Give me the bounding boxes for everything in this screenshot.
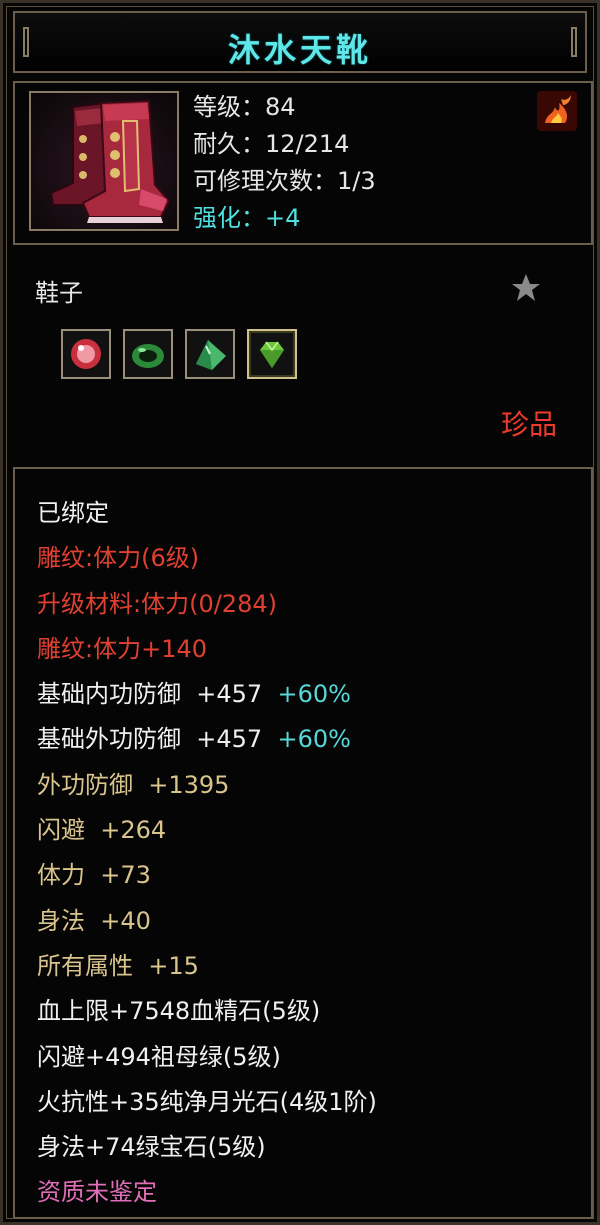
- fire-resist-gem-bonus: 火抗性+35纯净月光石(4级1阶): [37, 1087, 377, 1116]
- enhance-text: 强化：+4: [193, 204, 301, 232]
- ruby-gem-icon[interactable]: [61, 329, 111, 379]
- outer-defense-base-value: 基础外功防御 +457: [37, 725, 263, 754]
- bound-status: 已绑定: [37, 499, 109, 527]
- agility-stat: 身法 +40: [37, 906, 151, 935]
- item-type: 鞋子: [35, 279, 83, 307]
- quality-status: 资质未鉴定: [37, 1178, 157, 1207]
- engrave-bonus: 雕纹:体力+140: [37, 634, 208, 663]
- level-text: 等级：84: [193, 93, 296, 121]
- inner-defense-row: 基础内功防御 +457 +60%: [37, 672, 377, 717]
- all-attributes-stat: 所有属性 +15: [37, 951, 199, 980]
- dodge-stat: 闪避 +264: [37, 816, 167, 845]
- gem-sockets: [61, 329, 297, 379]
- inner-defense-percent: +60%: [277, 680, 351, 709]
- fire-element-icon: [537, 91, 577, 131]
- outer-defense: 外功防御 +1395: [37, 770, 230, 799]
- item-summary: 鞋子 珍品: [13, 253, 593, 461]
- upgrade-material: 升级材料:体力(0/284): [37, 589, 277, 618]
- item-header: 等级：84 耐久：12/214 可修理次数：1/3 强化：+4: [13, 81, 593, 245]
- outer-defense-base-percent: +60%: [277, 725, 351, 754]
- item-tooltip: 沐水天靴 等级：84 耐久：12/214 可修理次数：1/3 强化：+4 鞋子 …: [0, 0, 600, 1225]
- item-stats: 等级：84 耐久：12/214 可修理次数：1/3 强化：+4: [193, 89, 376, 237]
- attribute-panel: 已绑定 雕纹:体力(6级) 升级材料:体力(0/284) 雕纹:体力+140 基…: [13, 467, 593, 1219]
- item-name: 沐水天靴: [227, 31, 372, 69]
- favorite-star-icon[interactable]: [509, 271, 543, 305]
- durability-text: 耐久：12/214: [193, 130, 350, 158]
- title-bar: 沐水天靴: [13, 11, 587, 73]
- jade-ring-icon[interactable]: [123, 329, 173, 379]
- repair-count-text: 可修理次数：1/3: [193, 167, 376, 195]
- agility-gem-bonus: 身法+74绿宝石(5级): [37, 1133, 266, 1162]
- boots-icon: [29, 91, 179, 231]
- rarity-label: 珍品: [500, 408, 557, 441]
- outer-defense-base-row: 基础外功防御 +457 +60%: [37, 717, 377, 762]
- hp-gem-bonus: 血上限+7548血精石(5级): [37, 997, 321, 1026]
- engrave-level: 雕纹:体力(6级): [37, 544, 200, 573]
- title-ornament-right: [571, 27, 577, 57]
- emerald-gem-icon[interactable]: [247, 329, 297, 379]
- stamina-stat: 体力 +73: [37, 861, 151, 890]
- green-crystal-icon[interactable]: [185, 329, 235, 379]
- dodge-gem-bonus: 闪避+494祖母绿(5级): [37, 1042, 281, 1071]
- inner-defense-value: 基础内功防御 +457: [37, 680, 263, 709]
